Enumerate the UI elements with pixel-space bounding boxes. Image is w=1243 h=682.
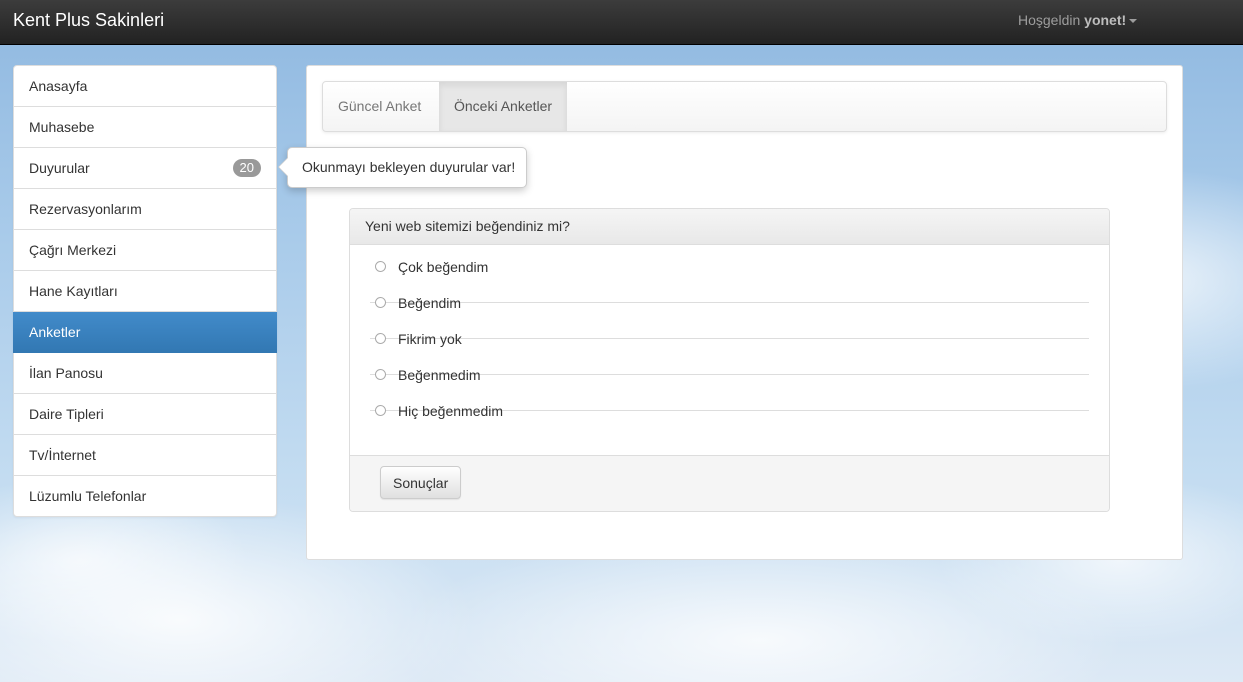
- sidebar-item-anketler[interactable]: Anketler: [13, 312, 277, 353]
- sidebar-item-label: Daire Tipleri: [29, 406, 104, 422]
- sidebar-item-label: Hane Kayıtları: [29, 283, 118, 299]
- sidebar-item-cagri-merkezi[interactable]: Çağrı Merkezi: [14, 230, 276, 271]
- popover-text: Okunmayı bekleyen duyurular var!: [302, 159, 516, 175]
- radio-button[interactable]: [375, 261, 386, 272]
- sidebar-item-daire-tipleri[interactable]: Daire Tipleri: [14, 394, 276, 435]
- sidebar-item-label: Muhasebe: [29, 119, 95, 135]
- radio-button[interactable]: [375, 405, 386, 416]
- sidebar-item-hane-kayitlari[interactable]: Hane Kayıtları: [14, 271, 276, 312]
- poll-option[interactable]: Hiç beğenmedim: [370, 403, 1089, 446]
- results-button[interactable]: Sonuçlar: [380, 466, 462, 499]
- sidebar-item-label: Çağrı Merkezi: [29, 242, 117, 258]
- poll-option-label[interactable]: Fikrim yok: [398, 331, 462, 347]
- welcome-text: Hoşgeldin: [1018, 12, 1081, 28]
- poll-option-label[interactable]: Beğenmedim: [398, 367, 481, 383]
- tab-onceki-anketler[interactable]: Önceki Anketler: [439, 82, 568, 131]
- top-navbar: Kent Plus Sakinleri Hoşgeldin yonet!: [0, 0, 1243, 45]
- poll-tabs: Güncel Anket Önceki Anketler: [322, 81, 1167, 132]
- poll-options: Çok beğendim Beğendim Fikrim yok Beğenme…: [370, 259, 1089, 446]
- unread-count-badge: 20: [232, 159, 261, 177]
- tab-guncel-anket[interactable]: Güncel Anket: [323, 82, 436, 131]
- sidebar-item-luzumlu-telefonlar[interactable]: Lüzumlu Telefonlar: [14, 476, 276, 516]
- sidebar-item-label: İlan Panosu: [29, 365, 103, 381]
- sidebar-item-label: Duyurular: [29, 160, 90, 176]
- sidebar-item-label: Lüzumlu Telefonlar: [29, 488, 147, 504]
- sidebar-menu: Anasayfa Muhasebe Duyurular 20 Rezervasy…: [13, 65, 277, 517]
- sidebar-item-anasayfa[interactable]: Anasayfa: [14, 66, 276, 107]
- radio-button[interactable]: [375, 297, 386, 308]
- poll-option[interactable]: Çok beğendim: [370, 259, 1089, 303]
- popover-arrow: [278, 157, 288, 177]
- radio-button[interactable]: [375, 369, 386, 380]
- sidebar-item-label: Anketler: [29, 324, 81, 340]
- sidebar-item-label: Tv/İnternet: [29, 447, 96, 463]
- poll-option-label[interactable]: Beğendim: [398, 295, 461, 311]
- poll-option-label[interactable]: Çok beğendim: [398, 259, 488, 275]
- sidebar-item-duyurular[interactable]: Duyurular 20: [14, 148, 276, 189]
- poll-option-label[interactable]: Hiç beğenmedim: [398, 403, 503, 419]
- sidebar-item-muhasebe[interactable]: Muhasebe: [14, 107, 276, 148]
- sidebar-item-label: Rezervasyonlarım: [29, 201, 142, 217]
- main-content-panel: Güncel Anket Önceki Anketler r Yeni web …: [306, 65, 1183, 560]
- sidebar-item-label: Anasayfa: [29, 78, 88, 94]
- poll-footer: Sonuçlar: [350, 455, 1109, 511]
- sidebar-item-rezervasyonlarim[interactable]: Rezervasyonlarım: [14, 189, 276, 230]
- poll-option[interactable]: Beğendim: [370, 295, 1089, 339]
- sidebar-item-tv-internet[interactable]: Tv/İnternet: [14, 435, 276, 476]
- caret-down-icon: [1129, 19, 1138, 24]
- user-menu[interactable]: Hoşgeldin yonet!: [1018, 12, 1138, 28]
- poll-panel: Yeni web sitemizi beğendiniz mi? Çok beğ…: [349, 208, 1110, 512]
- radio-button[interactable]: [375, 333, 386, 344]
- unread-announcements-popover: Okunmayı bekleyen duyurular var!: [278, 147, 527, 188]
- poll-question: Yeni web sitemizi beğendiniz mi?: [350, 209, 1109, 245]
- sidebar-item-ilan-panosu[interactable]: İlan Panosu: [14, 353, 276, 394]
- username: yonet!: [1084, 12, 1127, 28]
- app-brand[interactable]: Kent Plus Sakinleri: [13, 10, 164, 31]
